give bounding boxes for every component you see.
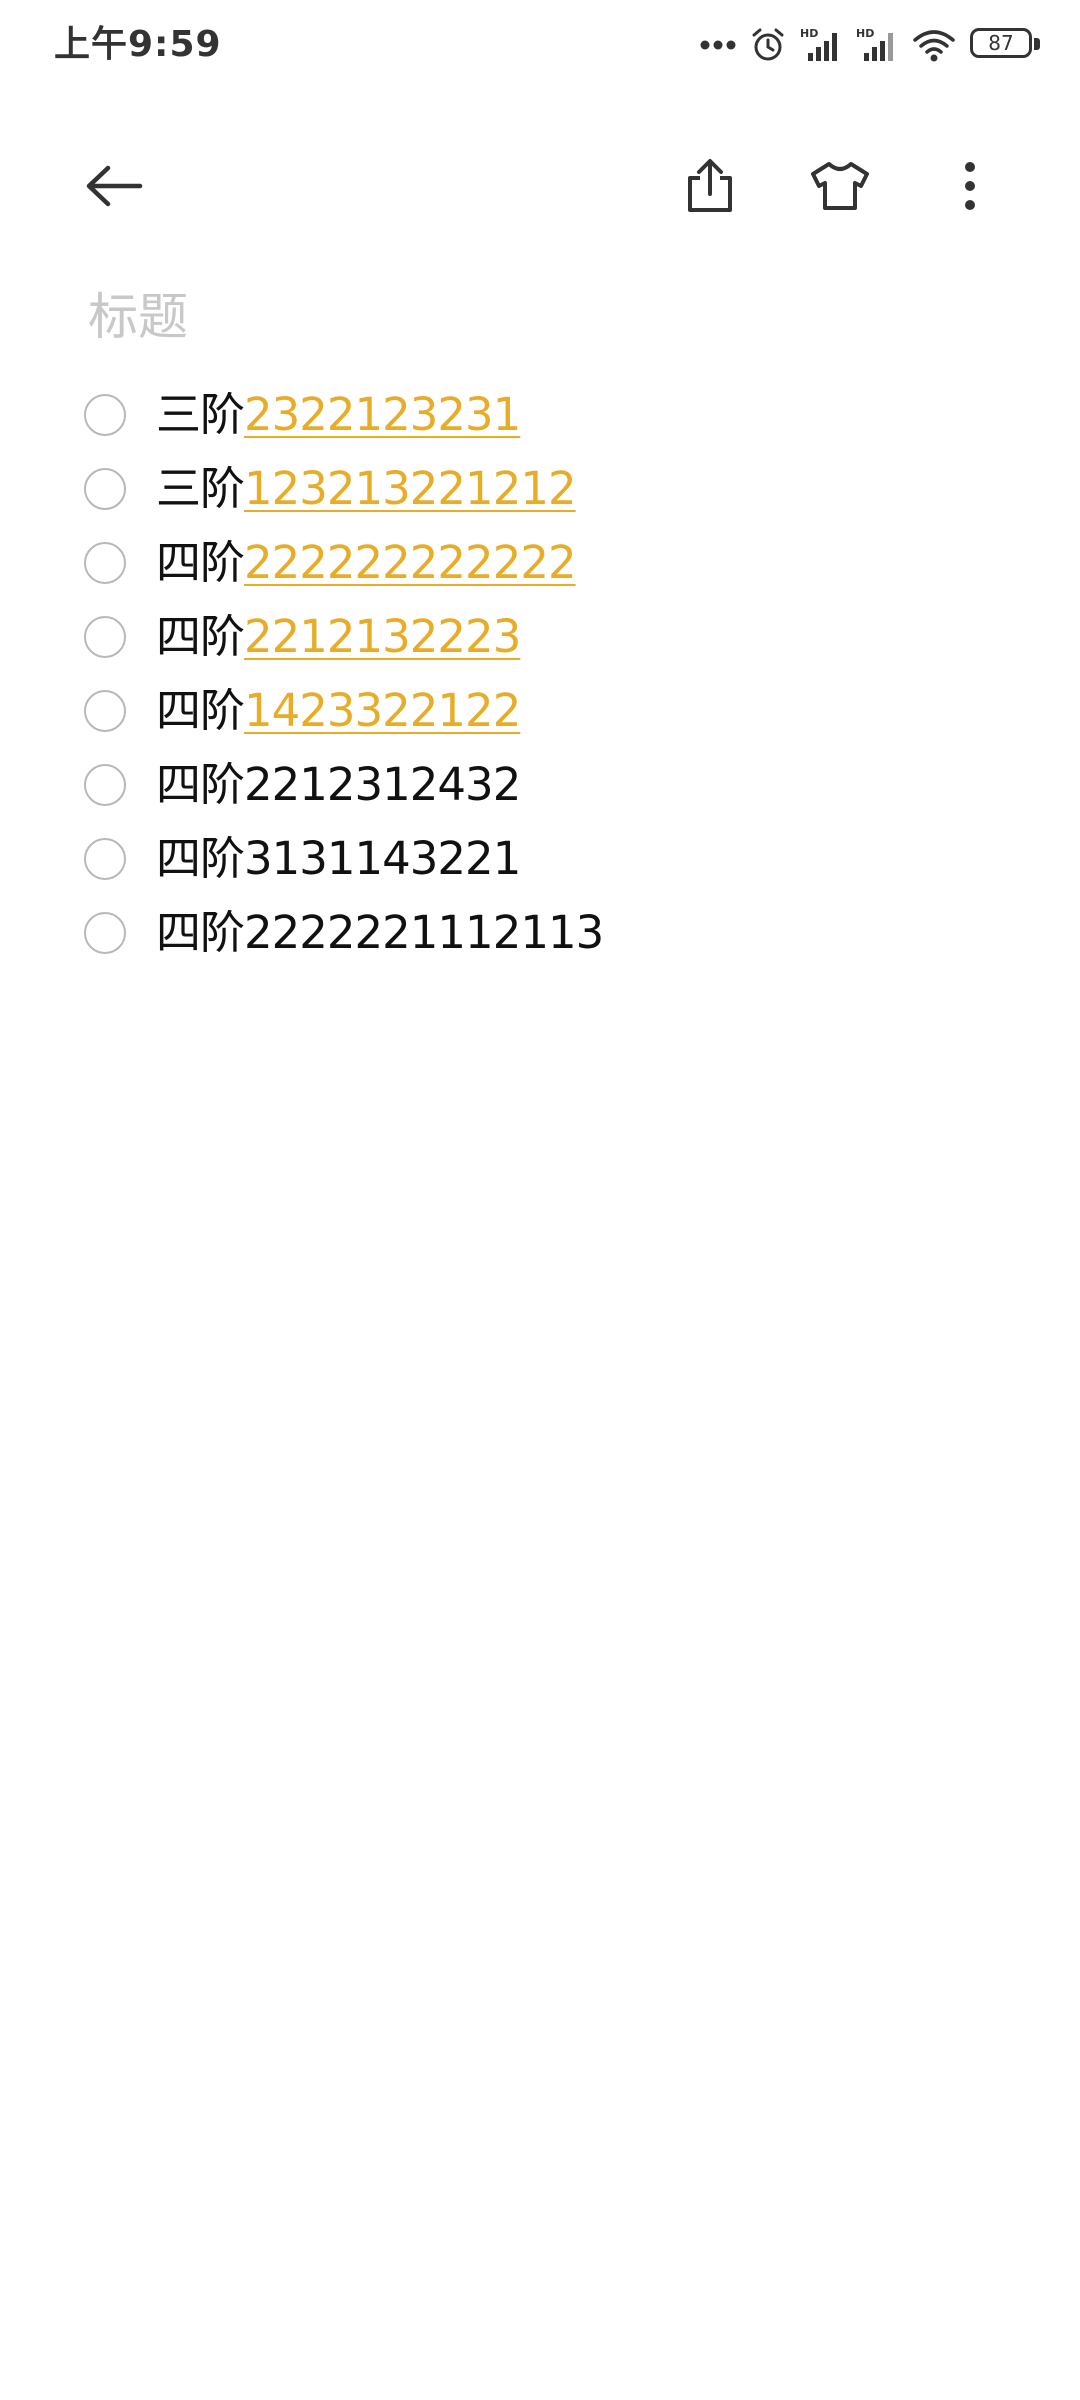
checklist-item: 四阶2212132223 (84, 600, 1044, 674)
checkbox-circle[interactable] (84, 764, 126, 806)
item-number: 2222221112113 (244, 906, 604, 959)
checkbox-circle[interactable] (84, 690, 126, 732)
checkbox-circle[interactable] (84, 912, 126, 954)
checklist-item-text[interactable]: 三阶2322123231 (156, 378, 521, 452)
checklist: 三阶2322123231 三阶123213221212 四阶2222222222… (84, 378, 1044, 970)
hd-signal-icon: HD (856, 27, 898, 63)
share-button[interactable] (660, 136, 760, 236)
item-link[interactable]: 2322123231 (244, 388, 521, 441)
item-prefix: 三阶 (156, 388, 245, 441)
back-button[interactable] (64, 136, 164, 236)
status-time: 上午9:59 (54, 24, 222, 65)
note-title-input[interactable]: 标题 (88, 282, 188, 352)
checklist-item: 四阶2222221112113 (84, 896, 1044, 970)
share-icon (688, 159, 732, 212)
checklist-item-text[interactable]: 四阶2222221112113 (156, 896, 604, 970)
checklist-item-text[interactable]: 四阶2212312432 (156, 748, 521, 822)
more-vertical-icon (965, 162, 975, 210)
checklist-item: 四阶222222222222 (84, 526, 1044, 600)
wifi-icon (912, 28, 956, 62)
item-number: 2212312432 (244, 758, 521, 811)
checklist-item-text[interactable]: 四阶2212132223 (156, 600, 521, 674)
status-bar: 上午9:59 HD HD 87 (0, 0, 1080, 92)
checklist-item-text[interactable]: 四阶222222222222 (156, 526, 577, 600)
checkbox-circle[interactable] (84, 838, 126, 880)
theme-button[interactable] (790, 136, 890, 236)
item-link[interactable]: 222222222222 (244, 536, 577, 589)
status-icons: HD HD 87 (700, 22, 1040, 68)
more-dots-icon (700, 39, 736, 51)
battery-icon: 87 (970, 28, 1040, 62)
item-prefix: 三阶 (156, 462, 245, 515)
checkbox-circle[interactable] (84, 394, 126, 436)
item-prefix: 四阶 (156, 684, 245, 737)
item-link[interactable]: 123213221212 (244, 462, 577, 515)
item-prefix: 四阶 (156, 906, 245, 959)
checklist-item: 四阶3131143221 (84, 822, 1044, 896)
checklist-item: 三阶123213221212 (84, 452, 1044, 526)
checkbox-circle[interactable] (84, 542, 126, 584)
item-link[interactable]: 1423322122 (244, 684, 521, 737)
item-prefix: 四阶 (156, 610, 245, 663)
checklist-item: 四阶1423322122 (84, 674, 1044, 748)
checklist-item-text[interactable]: 三阶123213221212 (156, 452, 577, 526)
checklist-item-text[interactable]: 四阶1423322122 (156, 674, 521, 748)
checklist-item: 三阶2322123231 (84, 378, 1044, 452)
item-number: 3131143221 (244, 832, 521, 885)
svg-text:HD: HD (800, 27, 818, 40)
checklist-item-text[interactable]: 四阶3131143221 (156, 822, 521, 896)
item-link[interactable]: 2212132223 (244, 610, 521, 663)
tshirt-icon (811, 162, 869, 210)
checkbox-circle[interactable] (84, 468, 126, 510)
hd-signal-icon: HD (800, 27, 842, 63)
note-toolbar (0, 136, 1080, 236)
back-arrow-icon (86, 165, 143, 207)
svg-text:HD: HD (856, 27, 874, 40)
checkbox-circle[interactable] (84, 616, 126, 658)
item-prefix: 四阶 (156, 758, 245, 811)
more-options-button[interactable] (920, 136, 1020, 236)
battery-level: 87 (988, 31, 1014, 55)
item-prefix: 四阶 (156, 832, 245, 885)
alarm-icon (750, 27, 786, 63)
checklist-item: 四阶2212312432 (84, 748, 1044, 822)
item-prefix: 四阶 (156, 536, 245, 589)
